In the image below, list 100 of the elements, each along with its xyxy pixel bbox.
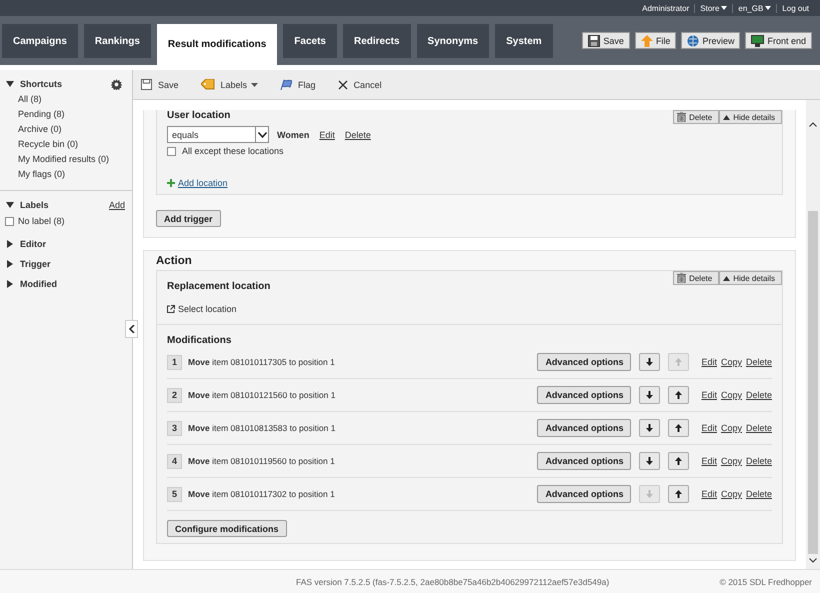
- nav-tab[interactable]: Redirects: [342, 24, 411, 58]
- advanced-options-button[interactable]: Advanced options: [537, 353, 632, 371]
- triangle-up-icon: [723, 276, 730, 280]
- expand-triangle-icon[interactable]: [6, 240, 14, 248]
- header-button[interactable]: Preview: [681, 32, 740, 49]
- edit-link[interactable]: Edit: [701, 423, 717, 433]
- top-link[interactable]: Administrator: [637, 4, 694, 12]
- edit-link[interactable]: Edit: [701, 456, 717, 466]
- checkbox[interactable]: [167, 146, 176, 156]
- arrow-down-icon: [646, 424, 654, 432]
- arrow-down-icon: [646, 358, 654, 366]
- add-trigger-button[interactable]: Add trigger: [156, 210, 220, 227]
- move-up-button[interactable]: [668, 485, 690, 503]
- header-button[interactable]: File: [634, 32, 676, 49]
- arrow-up-icon: [675, 457, 682, 465]
- top-link[interactable]: en_GB: [733, 4, 776, 12]
- shortcut-item[interactable]: My Modified results (0): [0, 152, 132, 167]
- nav-tab[interactable]: Facets: [283, 24, 337, 58]
- delete-link[interactable]: Delete: [746, 390, 772, 400]
- advanced-options-button[interactable]: Advanced options: [537, 485, 632, 503]
- toolbar-button[interactable]: Flag: [280, 79, 316, 90]
- copy-link[interactable]: Copy: [720, 423, 742, 433]
- shortcut-item[interactable]: Recycle bin (0): [0, 137, 132, 152]
- panel-title: Modifications: [167, 335, 232, 346]
- collapse-handle[interactable]: [125, 320, 138, 338]
- move-down-button[interactable]: [639, 386, 660, 404]
- configure-modifications-button[interactable]: Configure modifications: [167, 520, 286, 537]
- move-down-button[interactable]: [639, 353, 660, 371]
- section-title: Shortcuts: [20, 79, 64, 89]
- arrow-down-icon: [646, 391, 654, 399]
- nav-tab[interactable]: Result modifications: [156, 24, 278, 65]
- version-text: FAS version 7.5.2.5 (fas-7.5.2.5, 2ae80b8be75a46b2b40629972112aef57e3d549a): [296, 576, 610, 586]
- panel-title: Replacement location: [167, 281, 270, 292]
- expand-triangle-icon[interactable]: [6, 201, 14, 209]
- nav-tab[interactable]: System: [495, 24, 553, 58]
- move-down-button[interactable]: [639, 452, 660, 470]
- arrow-down-icon: [646, 457, 654, 465]
- arrow-up-icon: [675, 424, 682, 432]
- copy-link[interactable]: Copy: [720, 357, 742, 367]
- select-location-link[interactable]: Select location: [178, 304, 237, 314]
- move-up-button[interactable]: [668, 419, 690, 437]
- toolbar-button[interactable]: Labels: [200, 79, 258, 90]
- delete-link[interactable]: Delete: [746, 489, 772, 499]
- edit-link[interactable]: Edit: [701, 357, 717, 367]
- chevron-down-icon[interactable]: [809, 558, 817, 563]
- top-link[interactable]: Store: [695, 4, 732, 12]
- toolbar-button[interactable]: Cancel: [338, 80, 382, 90]
- operator-dropdown[interactable]: equals: [167, 126, 269, 143]
- advanced-options-button[interactable]: Advanced options: [537, 419, 632, 437]
- expand-triangle-icon[interactable]: [6, 80, 14, 88]
- chevron-up-icon[interactable]: [809, 122, 817, 127]
- header-button[interactable]: Front end: [745, 32, 812, 49]
- shortcut-item[interactable]: All (8): [0, 92, 132, 107]
- caret-icon: [721, 6, 728, 10]
- upload-arrow-icon: [640, 34, 653, 46]
- delete-button[interactable]: Delete: [673, 271, 720, 285]
- section-title: Action: [156, 255, 193, 269]
- expand-triangle-icon[interactable]: [6, 260, 14, 268]
- edit-link[interactable]: Edit: [319, 130, 335, 140]
- delete-button[interactable]: Delete: [673, 110, 720, 124]
- shortcut-item[interactable]: Pending (8): [0, 107, 132, 122]
- shortcut-item[interactable]: Archive (0): [0, 122, 132, 137]
- modification-text: Move item 081010813583 to position 1: [188, 423, 336, 433]
- header-button[interactable]: Save: [582, 32, 630, 49]
- step-number: 5: [167, 486, 182, 502]
- close-icon: [338, 80, 348, 90]
- label-item: No label (8): [18, 216, 65, 226]
- shortcut-item[interactable]: My flags (0): [0, 167, 132, 182]
- edit-link[interactable]: Edit: [701, 390, 717, 400]
- copy-link[interactable]: Copy: [720, 456, 742, 466]
- top-link[interactable]: Log out: [777, 4, 814, 12]
- nav-tab[interactable]: Campaigns: [2, 24, 78, 58]
- move-up-button[interactable]: [668, 452, 690, 470]
- checkbox-label: All except these locations: [182, 146, 284, 156]
- expand-triangle-icon[interactable]: [6, 280, 14, 288]
- copy-link[interactable]: Copy: [720, 390, 742, 400]
- toolbar-button[interactable]: Save: [141, 79, 179, 90]
- chevron-down-icon: [258, 132, 266, 138]
- delete-link[interactable]: Delete: [746, 357, 772, 367]
- advanced-options-button[interactable]: Advanced options: [537, 452, 632, 470]
- scrollbar[interactable]: [806, 100, 820, 569]
- add-link[interactable]: Add: [108, 200, 125, 210]
- arrow-up-icon: [675, 358, 682, 366]
- move-down-button[interactable]: [639, 419, 660, 437]
- caret-icon: [765, 6, 772, 10]
- settings-icon[interactable]: [111, 78, 122, 90]
- copy-link[interactable]: Copy: [720, 489, 742, 499]
- advanced-options-button[interactable]: Advanced options: [537, 386, 632, 404]
- delete-link[interactable]: Delete: [344, 130, 371, 140]
- hide-details-button[interactable]: Hide details: [719, 110, 782, 124]
- checkbox[interactable]: [5, 216, 14, 226]
- add-location-link[interactable]: Add location: [178, 178, 228, 188]
- delete-link[interactable]: Delete: [746, 423, 772, 433]
- hide-details-button[interactable]: Hide details: [719, 271, 782, 285]
- nav-tab[interactable]: Rankings: [84, 24, 151, 58]
- nav-tab[interactable]: Synonyms: [416, 24, 490, 58]
- move-up-button[interactable]: [668, 386, 690, 404]
- edit-link[interactable]: Edit: [701, 489, 717, 499]
- delete-link[interactable]: Delete: [746, 456, 772, 466]
- chevron-left-icon: [128, 325, 134, 333]
